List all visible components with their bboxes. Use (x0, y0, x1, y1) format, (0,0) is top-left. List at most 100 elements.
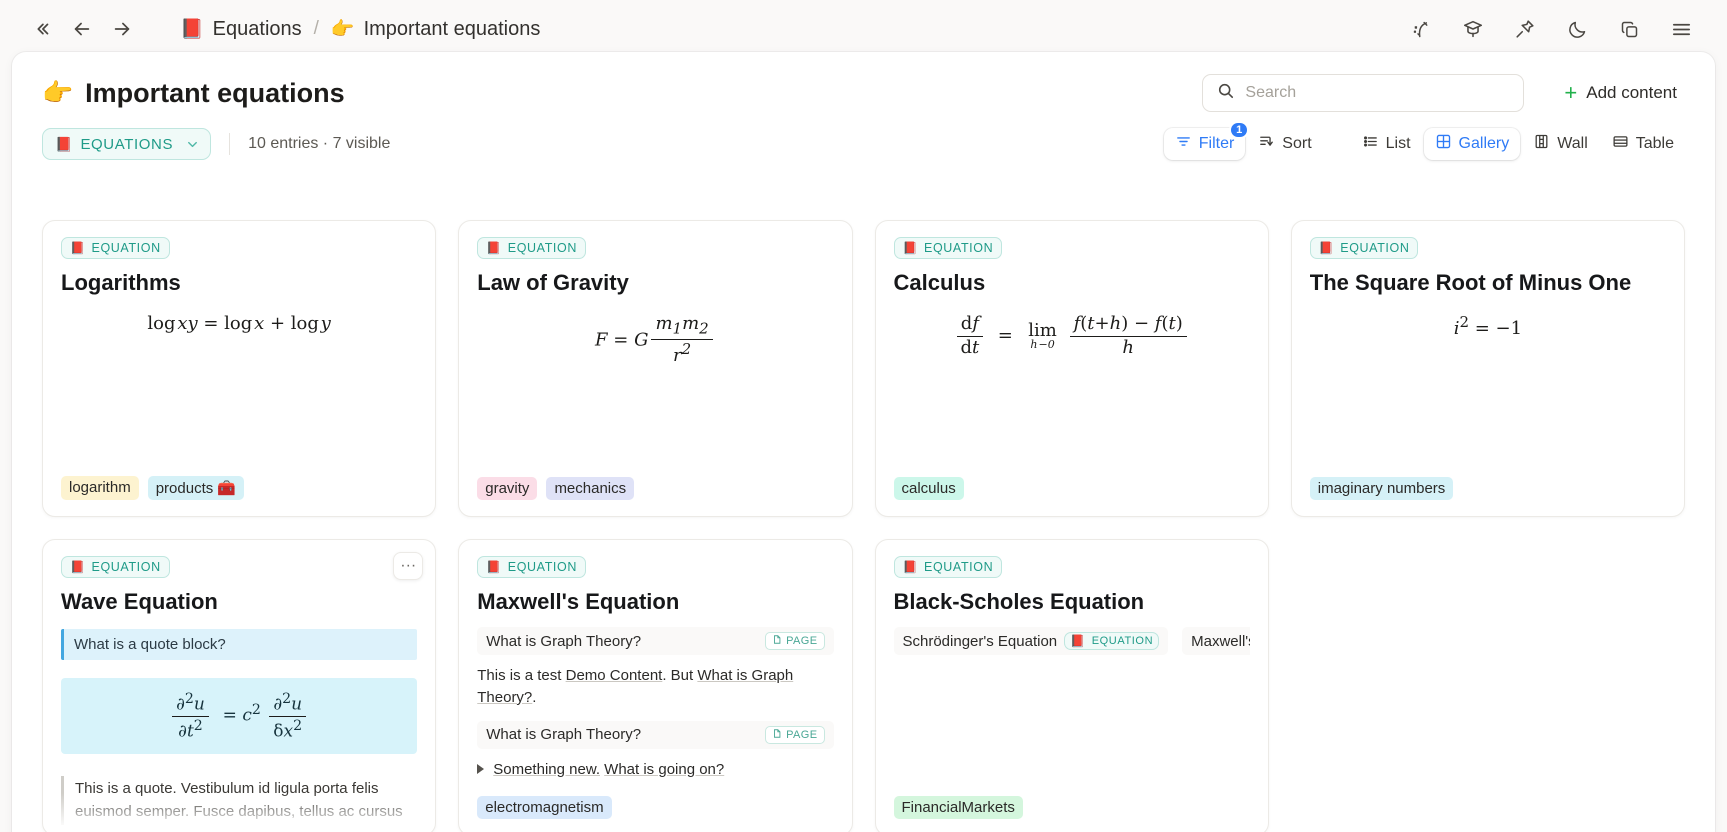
tag[interactable]: mechanics (546, 477, 634, 500)
page-reference-row[interactable]: What is Graph Theory? PAGE (477, 627, 833, 655)
equation-type-badge: 📕 EQUATION (477, 556, 586, 578)
gallery-card[interactable]: 📕 EQUATION Maxwell's Equation What is Gr… (458, 539, 852, 832)
breadcrumb-item-important-equations[interactable]: 👉 Important equations (331, 18, 540, 41)
reference-chip[interactable]: Schrödinger's Equation 📕 EQUATION (894, 627, 1169, 655)
equation-type-badge: 📕 EQUATION (1064, 632, 1159, 650)
magic-wand-icon[interactable] (1401, 9, 1441, 49)
database-label: EQUATIONS (80, 136, 173, 153)
gallery-card[interactable]: 📕 EQUATION Black-Scholes Equation Schröd… (875, 539, 1269, 832)
tag[interactable]: logarithm (61, 476, 139, 500)
gallery-card[interactable]: ··· 📕 EQUATION Wave Equation What is a q… (42, 539, 436, 832)
filter-icon (1175, 133, 1192, 155)
triangle-right-icon[interactable] (477, 764, 484, 774)
book-emoji-icon: 📕 (486, 241, 502, 255)
graduation-cap-icon[interactable] (1453, 9, 1493, 49)
add-content-button[interactable]: + Add content (1556, 76, 1685, 110)
list-icon (1362, 133, 1379, 155)
toggle-link-what-is-going-on[interactable]: What is going on? (604, 761, 724, 778)
document-icon (772, 728, 782, 742)
chevron-down-icon[interactable] (181, 137, 204, 152)
breadcrumb-label-important-equations: Important equations (364, 18, 541, 41)
equation-badge-label: EQUATION (924, 560, 993, 574)
card-body: F = Gm1m2r2 (477, 296, 833, 477)
menu-icon[interactable] (1661, 9, 1701, 49)
tag[interactable]: electromagnetism (477, 796, 611, 819)
pin-icon[interactable] (1505, 9, 1545, 49)
page-reference-row[interactable]: What is Graph Theory? PAGE (477, 721, 833, 749)
page-badge-label: PAGE (786, 635, 817, 647)
toggle-link-something-new[interactable]: Something new. (493, 761, 600, 778)
view-tab-list-label: List (1386, 135, 1411, 153)
moon-icon[interactable] (1557, 9, 1597, 49)
duplicate-icon[interactable] (1609, 9, 1649, 49)
sort-button[interactable]: Sort (1247, 128, 1322, 160)
equation-badge-label: EQUATION (1092, 635, 1153, 647)
view-tab-wall[interactable]: Wall (1522, 128, 1599, 160)
card-body: dfdt = limh −0 f(t+h) − f(t)h (894, 296, 1250, 477)
gallery-card[interactable]: 📕 EQUATION Law of Gravity F = Gm1m2r2 gr… (458, 220, 852, 517)
page-title: 👉 Important equations (42, 78, 345, 109)
filter-button[interactable]: Filter 1 (1164, 128, 1246, 160)
wall-icon (1533, 133, 1550, 155)
paragraph-text-3: . (532, 689, 536, 706)
content-panel: 👉 Important equations + Add content 📕 EQ… (12, 52, 1715, 832)
search-box[interactable] (1202, 74, 1524, 112)
sort-label: Sort (1282, 135, 1311, 153)
formula-wave-equation: ∂2u∂t2 = c2 ∂2uδx2 (61, 678, 417, 754)
tag[interactable]: gravity (477, 477, 537, 500)
quote-block: What is a quote block? (61, 629, 417, 660)
equation-type-badge: 📕 EQUATION (477, 237, 586, 259)
view-tab-wall-label: Wall (1557, 135, 1588, 153)
card-tags: FinancialMarkets (894, 796, 1250, 832)
back-icon[interactable] (62, 9, 102, 49)
paragraph-text-2: . But (662, 667, 697, 684)
tag[interactable]: imaginary numbers (1310, 477, 1454, 500)
search-input[interactable] (1245, 84, 1510, 102)
tag[interactable]: FinancialMarkets (894, 796, 1023, 819)
gallery-card[interactable]: 📕 EQUATION The Square Root of Minus One … (1291, 220, 1685, 517)
card-title: Logarithms (61, 270, 417, 296)
card-menu-button[interactable]: ··· (393, 552, 423, 580)
card-grid: 📕 EQUATION Logarithms log xy = log x + l… (42, 220, 1685, 832)
view-tab-table[interactable]: Table (1601, 128, 1685, 160)
toggle-list-item[interactable]: Something new. What is going on? (477, 761, 833, 778)
card-body: Schrödinger's Equation 📕 EQUATION Maxwel… (894, 615, 1250, 796)
gallery-view[interactable]: 📕 EQUATION Logarithms log xy = log x + l… (12, 204, 1715, 832)
breadcrumb-item-equations[interactable]: 📕 Equations (180, 18, 302, 41)
card-body: log xy = log x + log y (61, 296, 417, 476)
card-tags: imaginary numbers (1310, 477, 1666, 516)
view-tab-table-label: Table (1636, 135, 1674, 153)
card-tags: logarithm products 🧰 (61, 476, 417, 516)
formula-imaginary-unit: i2 = −1 (1310, 314, 1666, 340)
gallery-card[interactable]: 📕 EQUATION Calculus dfdt = limh −0 f(t+h… (875, 220, 1269, 517)
tag[interactable]: calculus (894, 477, 964, 500)
tag[interactable]: products 🧰 (148, 476, 244, 500)
collapse-sidebar-icon[interactable] (22, 9, 62, 49)
equation-badge-label: EQUATION (508, 560, 577, 574)
filter-label: Filter (1199, 135, 1235, 153)
plus-icon: + (1564, 82, 1577, 104)
filter-count-badge: 1 (1229, 121, 1249, 139)
forward-icon[interactable] (102, 9, 142, 49)
top-navigation-bar: 📕 Equations / 👉 Important equations (0, 0, 1727, 58)
reference-chip[interactable]: Maxwell's Equation (1182, 627, 1250, 655)
breadcrumb-label-equations: Equations (213, 18, 302, 41)
equation-type-badge: 📕 EQUATION (61, 237, 170, 259)
gallery-card[interactable]: 📕 EQUATION Logarithms log xy = log x + l… (42, 220, 436, 517)
page-title-text: Important equations (85, 78, 345, 109)
book-emoji-icon: 📕 (1070, 634, 1086, 648)
book-emoji-icon: 📕 (486, 560, 502, 574)
view-tab-list[interactable]: List (1351, 128, 1422, 160)
card-body: What is Graph Theory? PAGE This is a tes… (477, 615, 833, 796)
database-selector[interactable]: 📕 EQUATIONS (42, 128, 211, 160)
topbar-actions (1401, 9, 1705, 49)
view-toolbar: 📕 EQUATIONS 10 entries · 7 visible Filte… (12, 122, 1715, 170)
card-tags: calculus (894, 477, 1250, 516)
card-title: Black-Scholes Equation (894, 589, 1250, 615)
plain-quote-block: This is a quote. Vestibulum id ligula po… (61, 776, 417, 825)
equation-type-badge: 📕 EQUATION (61, 556, 170, 578)
app-window: 📕 Equations / 👉 Important equations (0, 0, 1727, 832)
view-tab-gallery[interactable]: Gallery (1424, 128, 1521, 160)
card-title: Wave Equation (61, 589, 417, 615)
inline-link-demo-content[interactable]: Demo Content (566, 667, 663, 684)
